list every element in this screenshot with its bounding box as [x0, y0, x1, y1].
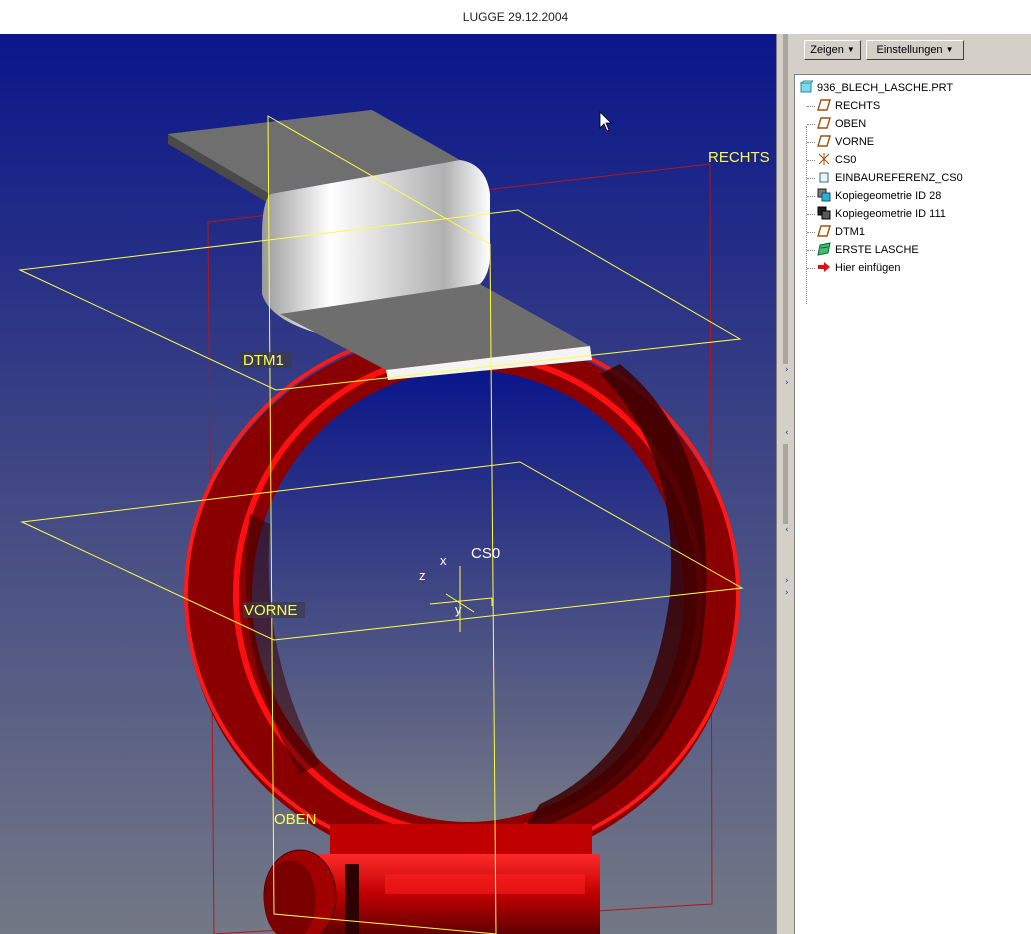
tree-item-label: DTM1	[835, 226, 865, 238]
oben-label: OBEN	[274, 811, 317, 828]
rechts-label: RECHTS	[708, 149, 770, 166]
datum-plane-icon	[817, 116, 831, 130]
tree-root-part[interactable]: 936_BLECH_LASCHE.PRT	[799, 79, 953, 97]
dtm1-label: DTM1	[243, 352, 284, 369]
tree-item-dtm1[interactable]: DTM1	[807, 223, 865, 241]
tree-item-label: Hier einfügen	[835, 262, 901, 274]
tree-item-label: ERSTE LASCHE	[835, 244, 919, 256]
part-icon	[799, 80, 815, 94]
copy-geometry-icon	[817, 206, 831, 220]
settings-menu-button[interactable]: Einstellungen ▼	[866, 40, 964, 60]
tree-item-label: EINBAUREFERENZ_CS0	[835, 172, 963, 184]
tree-item-label: OBEN	[835, 118, 867, 130]
splitter-expand-icon-4[interactable]: ›	[785, 589, 789, 598]
splitter-sash-middle[interactable]	[783, 444, 788, 524]
splitter-expand-icon[interactable]: ›	[785, 366, 789, 375]
tree-item-erste-lasche[interactable]: ERSTE LASCHE	[807, 241, 919, 259]
tree-item-label: Kopiegeometrie ID 28	[835, 190, 942, 202]
cs0-label: CS0	[471, 545, 500, 562]
model-tree-panel: Zeigen ▼ Einstellungen ▼ 936_BLECH_LASCHE.…	[794, 34, 1031, 934]
splitter-expand-icon-3[interactable]: ›	[785, 577, 789, 586]
tree-item-label: RECHTS	[835, 100, 881, 112]
tree-root-label: 936_BLECH_LASCHE.PRT	[817, 82, 954, 94]
sheetmetal-wall-icon	[817, 242, 831, 256]
mounting-reference-icon	[817, 170, 831, 184]
window-title: LUGGE 29.12.2004	[0, 0, 1031, 34]
splitter-sash-top[interactable]	[783, 34, 788, 364]
datum-plane-icon	[817, 224, 831, 238]
tree-connector	[806, 126, 807, 304]
tree-item-kopiegeometrie-111[interactable]: Kopiegeometrie ID 111	[807, 205, 946, 223]
panel-splitter[interactable]: › › ‹ ‹ › ›	[776, 34, 794, 934]
coordinate-system-icon	[817, 152, 831, 166]
tree-item-insert-here[interactable]: Hier einfügen	[807, 259, 901, 277]
splitter-collapse-icon[interactable]: ‹	[785, 429, 789, 438]
datum-plane-icon	[817, 98, 831, 112]
model-tree-toolbar: Zeigen ▼ Einstellungen ▼	[794, 34, 1031, 75]
tree-item-oben[interactable]: OBEN	[807, 115, 867, 133]
splitter-collapse-icon-2[interactable]: ‹	[785, 526, 789, 535]
y-axis-label: y	[455, 602, 462, 617]
tree-item-label: CS0	[835, 154, 857, 166]
show-menu-label: Zeigen	[810, 44, 844, 56]
vorne-label: VORNE	[244, 602, 297, 619]
insert-here-arrow-icon	[817, 260, 831, 274]
tree-item-label: VORNE	[835, 136, 875, 148]
tree-item-rechts[interactable]: RECHTS	[807, 97, 881, 115]
settings-menu-label: Einstellungen	[876, 44, 943, 56]
dropdown-caret-icon: ▼	[846, 45, 855, 54]
splitter-expand-icon-2[interactable]: ›	[785, 379, 789, 388]
model-3d-view[interactable]: RECHTS DTM1 VORNE OBEN CS0 x z y	[0, 34, 776, 934]
tree-item-label: Kopiegeometrie ID 111	[835, 208, 946, 220]
z-axis-label: z	[419, 568, 426, 583]
copy-geometry-icon	[817, 188, 831, 202]
tree-item-kopiegeometrie-28[interactable]: Kopiegeometrie ID 28	[807, 187, 942, 205]
dropdown-caret-icon: ▼	[945, 45, 954, 54]
show-menu-button[interactable]: Zeigen ▼	[804, 40, 861, 60]
model-tree: 936_BLECH_LASCHE.PRT RECHTS OBEN VORNE C…	[794, 74, 1031, 934]
graphics-viewport[interactable]: RECHTS DTM1 VORNE OBEN CS0 x z y	[0, 34, 776, 934]
tree-item-cs0[interactable]: CS0	[807, 151, 857, 169]
tree-item-vorne[interactable]: VORNE	[807, 133, 875, 151]
tree-item-einbaureferenz[interactable]: EINBAUREFERENZ_CS0	[807, 169, 963, 187]
datum-plane-icon	[817, 134, 831, 148]
x-axis-label: x	[440, 553, 447, 568]
